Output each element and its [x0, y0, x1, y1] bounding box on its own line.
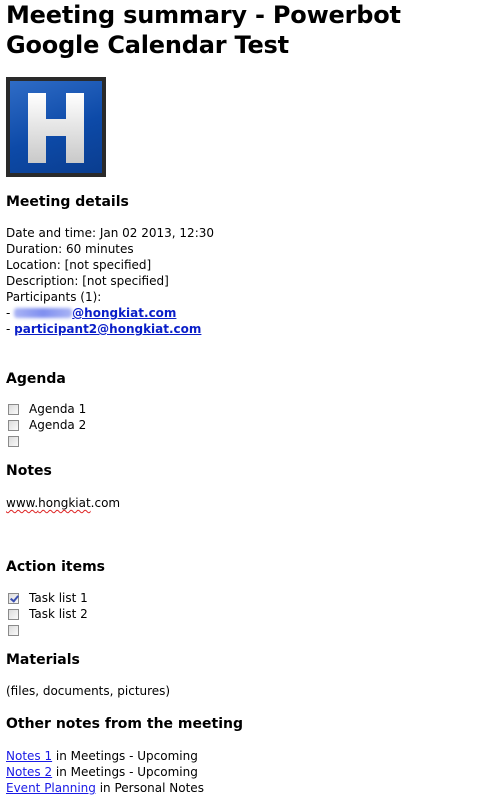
meeting-details-heading: Meeting details: [6, 194, 129, 210]
agenda-checkbox[interactable]: [8, 419, 19, 431]
action-item-checkbox[interactable]: [8, 592, 19, 604]
duration: Duration: 60 minutes: [6, 242, 134, 256]
location: Location: [not specified]: [6, 258, 152, 272]
action-item-checkbox[interactable]: [8, 624, 19, 636]
other-notes-list: Notes 1 in Meetings - Upcoming Notes 2 i…: [6, 748, 204, 796]
agenda-item: [6, 433, 86, 449]
action-item: Task list 1: [6, 590, 88, 606]
action-items-heading: Action items: [6, 559, 105, 575]
other-note-item: Notes 1 in Meetings - Upcoming: [6, 749, 198, 763]
logo: [6, 77, 106, 177]
agenda-item: Agenda 2: [6, 417, 86, 433]
h-letter-logo-icon: [28, 93, 84, 163]
note-link[interactable]: Notes 2: [6, 765, 52, 779]
agenda-checkbox[interactable]: [8, 403, 19, 415]
other-notes-heading: Other notes from the meeting: [6, 716, 243, 732]
meeting-details: Date and time: Jan 02 2013, 12:30 Durati…: [6, 225, 214, 337]
materials-heading: Materials: [6, 652, 80, 668]
action-item: Task list 2: [6, 606, 88, 622]
agenda-checkbox[interactable]: [8, 435, 19, 447]
description: Description: [not specified]: [6, 274, 169, 288]
participant-row: - participant2@hongkiat.com: [6, 322, 202, 336]
notes-heading: Notes: [6, 463, 52, 479]
agenda-heading: Agenda: [6, 371, 66, 387]
participant-email-link[interactable]: @hongkiat.com: [14, 306, 176, 320]
materials-text: (files, documents, pictures): [6, 684, 171, 698]
redacted-name: [14, 308, 73, 318]
agenda-list: Agenda 1 Agenda 2: [6, 401, 86, 449]
action-items-list: Task list 1 Task list 2: [6, 590, 88, 638]
other-note-item: Event Planning in Personal Notes: [6, 781, 204, 795]
other-note-item: Notes 2 in Meetings - Upcoming: [6, 765, 198, 779]
page-title: Meeting summary - Powerbot Google Calend…: [6, 1, 401, 59]
agenda-item: Agenda 1: [6, 401, 86, 417]
date-time: Date and time: Jan 02 2013, 12:30: [6, 226, 215, 240]
participant-email-link[interactable]: participant2@hongkiat.com: [14, 322, 201, 336]
notes-text: www.hongkiat.com: [6, 496, 121, 510]
participants-label: Participants (1):: [6, 290, 102, 304]
note-link[interactable]: Notes 1: [6, 749, 52, 763]
participant-row: - @hongkiat.com: [6, 306, 177, 320]
note-link[interactable]: Event Planning: [6, 781, 96, 795]
action-item: [6, 622, 88, 638]
action-item-checkbox[interactable]: [8, 608, 19, 620]
